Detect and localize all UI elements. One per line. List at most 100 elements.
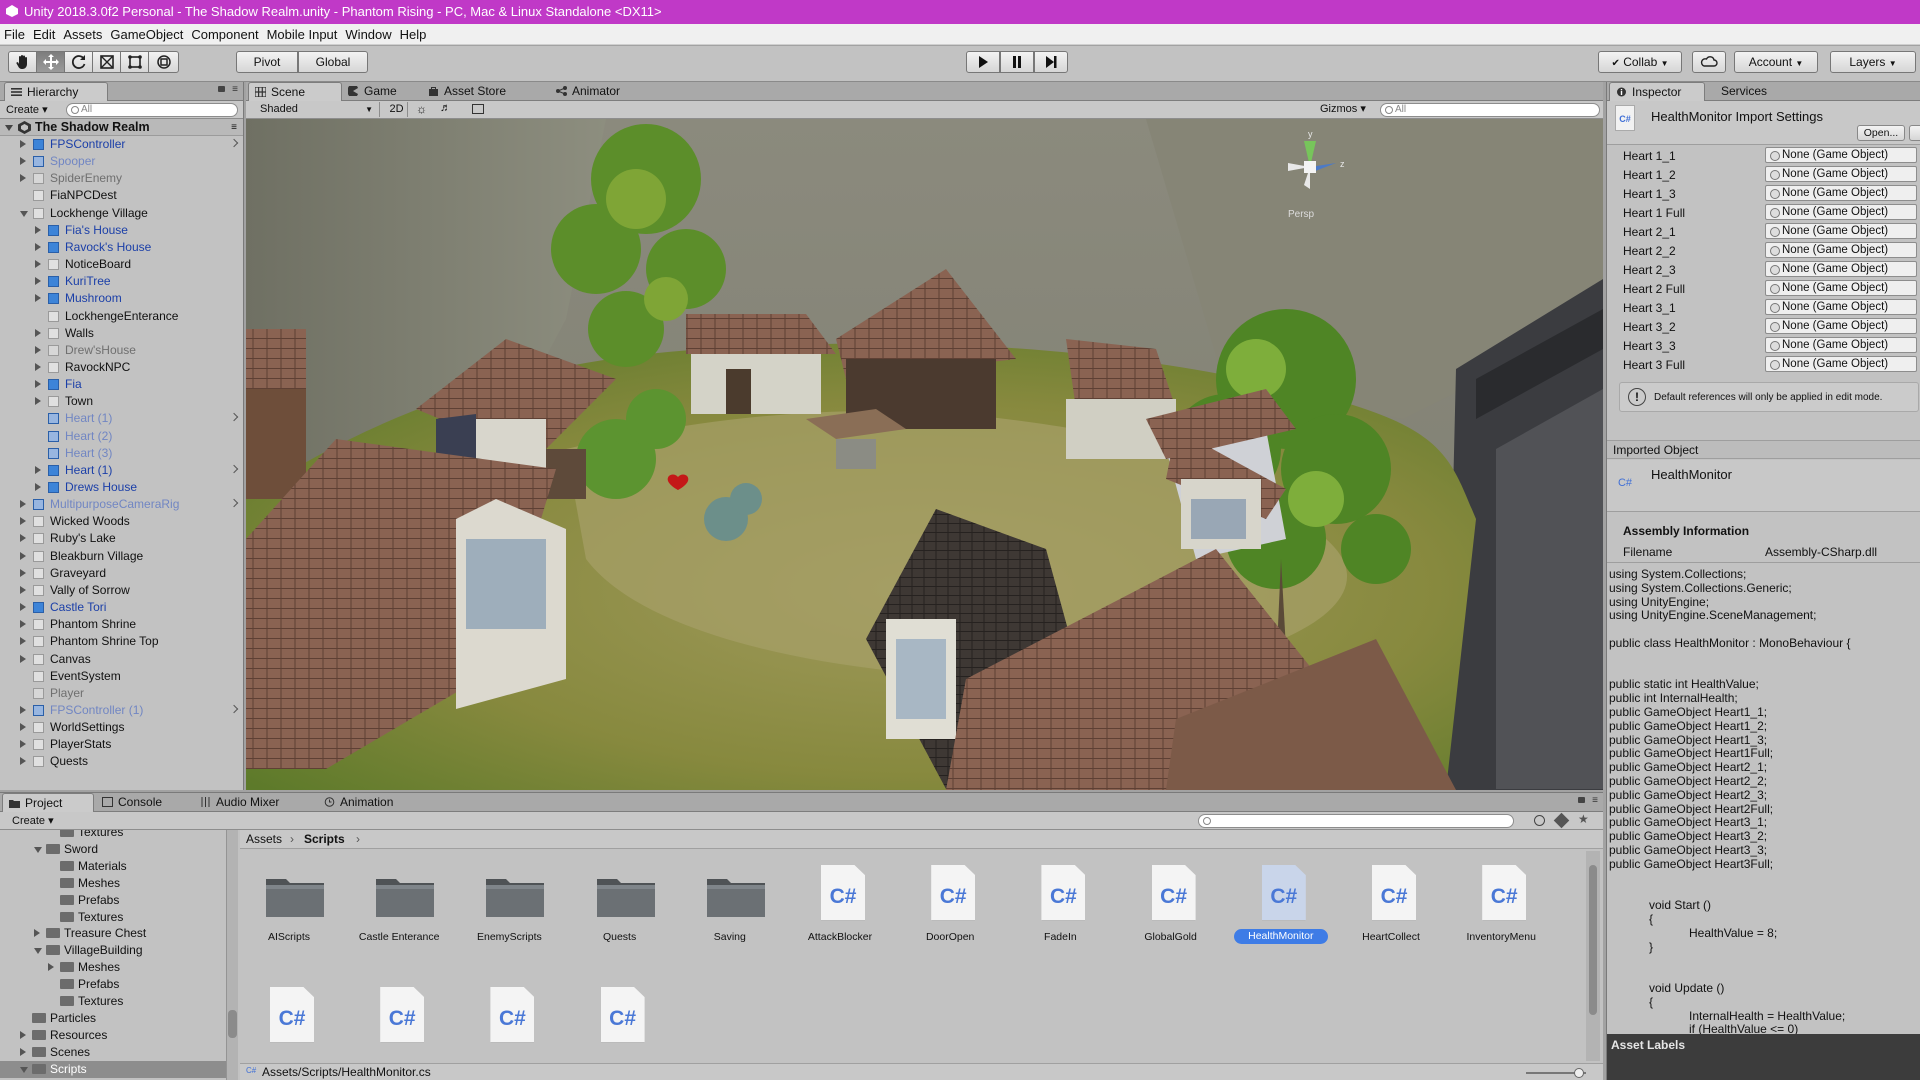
scene-menu-icon[interactable]: ≡ bbox=[231, 119, 237, 136]
folder-asset[interactable]: EnemyScripts bbox=[454, 851, 564, 951]
perspective-label[interactable]: Persp bbox=[1288, 209, 1314, 220]
breadcrumb-scripts[interactable]: Scripts bbox=[304, 830, 345, 849]
hierarchy-item[interactable]: WorldSettings bbox=[0, 719, 243, 736]
hierarchy-item[interactable]: RavockNPC bbox=[0, 359, 243, 376]
tab-animator[interactable]: Animator bbox=[550, 82, 630, 101]
expand-arrow-icon[interactable] bbox=[35, 328, 41, 337]
script-asset[interactable]: C# FadeIn bbox=[1005, 851, 1115, 951]
project-tree-item[interactable]: Scripts bbox=[0, 1060, 226, 1078]
menu-gameobject[interactable]: GameObject bbox=[106, 24, 187, 45]
hierarchy-item[interactable]: Drew'sHouse bbox=[0, 342, 243, 359]
hierarchy-item[interactable]: Fia's House bbox=[0, 222, 243, 239]
lighting-toggle-icon[interactable]: ☼ bbox=[416, 102, 427, 116]
project-tree-item[interactable]: Textures bbox=[0, 909, 226, 926]
object-field-input[interactable]: None (Game Object) bbox=[1765, 318, 1917, 334]
tab-project[interactable]: Project bbox=[2, 793, 94, 812]
icon-size-slider-knob[interactable] bbox=[1574, 1068, 1584, 1078]
script-asset[interactable]: C# HeartCollect bbox=[1336, 851, 1446, 951]
global-toggle[interactable]: Global bbox=[298, 51, 368, 73]
tree-scrollbar[interactable] bbox=[226, 830, 238, 1080]
object-field-input[interactable]: None (Game Object) bbox=[1765, 185, 1917, 201]
expand-arrow-icon[interactable] bbox=[20, 551, 26, 560]
object-field-input[interactable]: None (Game Object) bbox=[1765, 337, 1917, 353]
gizmos-dropdown[interactable]: Gizmos ▾ bbox=[1320, 102, 1366, 117]
tab-asset-store[interactable]: Asset Store bbox=[422, 82, 516, 101]
panel-menu-icon[interactable]: ≡ bbox=[232, 84, 238, 95]
collapse-arrow-icon[interactable] bbox=[34, 846, 42, 853]
project-tree-item[interactable]: Prefabs bbox=[0, 976, 226, 993]
hand-tool-button[interactable] bbox=[8, 51, 37, 73]
hierarchy-item[interactable]: Heart (1) bbox=[0, 410, 243, 427]
grid-scrollbar-thumb[interactable] bbox=[1589, 865, 1597, 1015]
expand-arrow-icon[interactable] bbox=[20, 500, 26, 509]
audio-toggle-icon[interactable]: ♬ bbox=[440, 102, 451, 114]
collapse-arrow-icon[interactable] bbox=[20, 210, 28, 217]
hierarchy-item[interactable]: MultipurposeCameraRig bbox=[0, 496, 243, 513]
project-tree-item[interactable]: Materials bbox=[0, 858, 226, 875]
hierarchy-item[interactable]: Vally of Sorrow bbox=[0, 582, 243, 599]
hierarchy-item[interactable]: FPSController (1) bbox=[0, 702, 243, 719]
hierarchy-item[interactable]: FiaNPCDest bbox=[0, 187, 243, 204]
script-asset[interactable]: C# bbox=[565, 973, 675, 1061]
hierarchy-item[interactable]: Walls bbox=[0, 325, 243, 342]
project-tree-item[interactable]: Scenes bbox=[0, 1044, 226, 1061]
chevron-right-icon[interactable] bbox=[229, 413, 239, 422]
menu-window[interactable]: Window bbox=[341, 24, 395, 45]
hierarchy-item[interactable]: Fia bbox=[0, 376, 243, 393]
hierarchy-item[interactable]: Ravock's House bbox=[0, 239, 243, 256]
project-tree-item[interactable]: VillageBuilding bbox=[0, 942, 226, 959]
folder-asset[interactable]: Saving bbox=[675, 851, 785, 951]
expand-arrow-icon[interactable] bbox=[20, 620, 26, 629]
tab-hierarchy[interactable]: Hierarchy bbox=[4, 82, 108, 101]
expand-arrow-icon[interactable] bbox=[20, 157, 26, 166]
hierarchy-item[interactable]: PlayerStats bbox=[0, 736, 243, 753]
hierarchy-item[interactable]: Phantom Shrine Top bbox=[0, 633, 243, 650]
cloud-button[interactable] bbox=[1692, 51, 1726, 73]
object-field-input[interactable]: None (Game Object) bbox=[1765, 147, 1917, 163]
hierarchy-item[interactable]: SpiderEnemy bbox=[0, 170, 243, 187]
object-field-input[interactable]: None (Game Object) bbox=[1765, 261, 1917, 277]
icon-size-slider[interactable] bbox=[1526, 1068, 1586, 1078]
script-asset[interactable]: C# AttackBlocker bbox=[785, 851, 895, 951]
collapse-arrow-icon[interactable] bbox=[34, 948, 42, 955]
project-tree-item[interactable]: Textures bbox=[0, 993, 226, 1010]
project-search-input[interactable] bbox=[1198, 814, 1514, 828]
chevron-right-icon[interactable] bbox=[229, 464, 239, 474]
tab-services[interactable]: Services bbox=[1707, 82, 1777, 101]
hierarchy-item[interactable]: Player bbox=[0, 685, 243, 702]
star-icon[interactable]: ★ bbox=[1578, 812, 1589, 826]
create-dropdown[interactable]: Create ▾ bbox=[6, 103, 48, 116]
expand-arrow-icon[interactable] bbox=[35, 294, 41, 303]
move-tool-button[interactable] bbox=[36, 51, 65, 73]
hierarchy-item[interactable]: Ruby's Lake bbox=[0, 530, 243, 547]
hierarchy-item[interactable]: Graveyard bbox=[0, 565, 243, 582]
project-tree-item[interactable]: Treasure Chest bbox=[0, 925, 226, 942]
hierarchy-item[interactable]: Mushroom bbox=[0, 290, 243, 307]
script-asset[interactable]: C# GlobalGold bbox=[1116, 851, 1226, 951]
step-button[interactable] bbox=[1034, 51, 1068, 73]
play-button[interactable] bbox=[966, 51, 1000, 73]
script-asset[interactable]: C# HealthMonitor bbox=[1226, 851, 1336, 951]
expand-arrow-icon[interactable] bbox=[20, 534, 26, 543]
toggle-2d-button[interactable]: 2D bbox=[386, 102, 408, 117]
pause-button[interactable] bbox=[1000, 51, 1034, 73]
menu-edit[interactable]: Edit bbox=[29, 24, 59, 45]
expand-arrow-icon[interactable] bbox=[20, 757, 26, 766]
hierarchy-item[interactable]: KuriTree bbox=[0, 273, 243, 290]
scene-search-input[interactable]: All bbox=[1380, 103, 1600, 117]
chevron-right-icon[interactable] bbox=[229, 138, 239, 148]
project-tree-item[interactable]: Prefabs bbox=[0, 892, 226, 909]
expand-arrow-icon[interactable] bbox=[35, 380, 41, 389]
rect-tool-button[interactable] bbox=[120, 51, 149, 73]
object-field-input[interactable]: None (Game Object) bbox=[1765, 356, 1917, 372]
folder-asset[interactable]: Castle Enterance bbox=[344, 851, 454, 951]
collapse-arrow-icon[interactable] bbox=[20, 1066, 28, 1073]
shading-mode-dropdown[interactable]: Shaded ▼ bbox=[250, 102, 380, 117]
inspector-overflow-button[interactable] bbox=[1909, 125, 1920, 141]
object-field-input[interactable]: None (Game Object) bbox=[1765, 280, 1917, 296]
folder-asset[interactable]: Quests bbox=[565, 851, 675, 951]
expand-arrow-icon[interactable] bbox=[35, 362, 41, 371]
menu-file[interactable]: File bbox=[0, 24, 29, 45]
hierarchy-item[interactable]: Heart (3) bbox=[0, 445, 243, 462]
expand-arrow-icon[interactable] bbox=[20, 140, 26, 148]
